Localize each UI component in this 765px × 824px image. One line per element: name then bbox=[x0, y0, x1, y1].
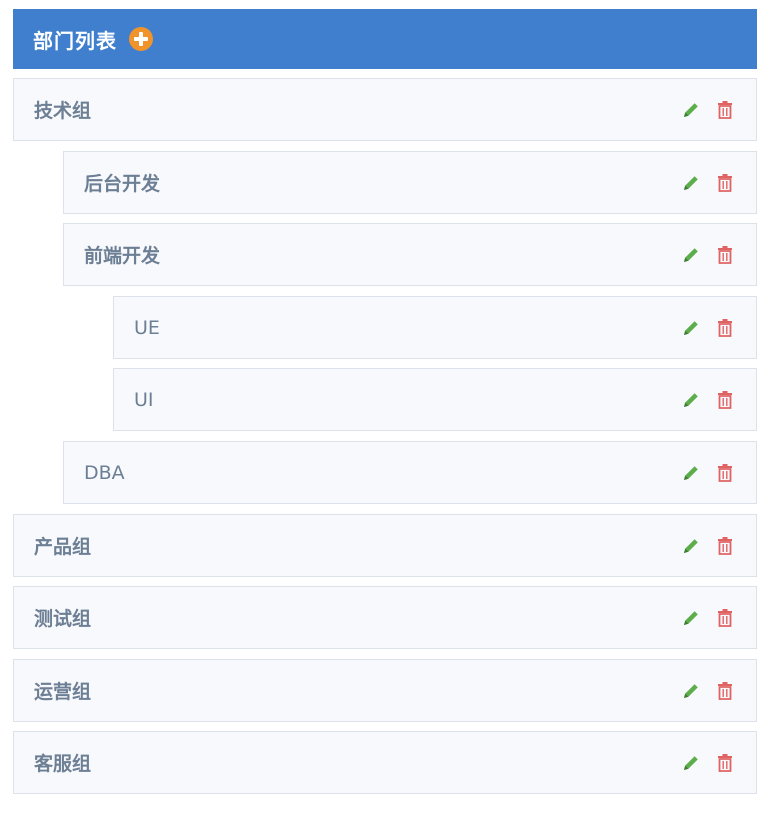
delete-trash-icon[interactable] bbox=[714, 317, 736, 339]
edit-pencil-icon[interactable] bbox=[680, 389, 702, 411]
edit-pencil-icon[interactable] bbox=[680, 462, 702, 484]
department-row[interactable]: 技术组 bbox=[13, 78, 757, 141]
delete-trash-icon[interactable] bbox=[714, 244, 736, 266]
department-row[interactable]: UE bbox=[113, 296, 757, 359]
row-actions bbox=[680, 99, 736, 121]
department-label: 前端开发 bbox=[84, 245, 161, 267]
delete-trash-icon[interactable] bbox=[714, 99, 736, 121]
department-row[interactable]: 后台开发 bbox=[63, 151, 757, 214]
department-row[interactable]: 客服组 bbox=[13, 731, 757, 794]
row-actions bbox=[680, 389, 736, 411]
department-label: UE bbox=[134, 316, 160, 339]
department-row[interactable]: DBA bbox=[63, 441, 757, 504]
edit-pencil-icon[interactable] bbox=[680, 607, 702, 629]
department-label: 产品组 bbox=[34, 536, 92, 558]
row-actions bbox=[680, 680, 736, 702]
row-actions bbox=[680, 462, 736, 484]
row-actions bbox=[680, 752, 736, 774]
department-row[interactable]: 测试组 bbox=[13, 586, 757, 649]
department-panel: 部门列表 bbox=[13, 9, 757, 69]
delete-trash-icon[interactable] bbox=[714, 389, 736, 411]
edit-pencil-icon[interactable] bbox=[680, 99, 702, 121]
add-department-button[interactable] bbox=[129, 27, 153, 51]
department-label: 后台开发 bbox=[84, 173, 161, 195]
department-row[interactable]: 产品组 bbox=[13, 514, 757, 577]
delete-trash-icon[interactable] bbox=[714, 172, 736, 194]
page-title: 部门列表 bbox=[33, 28, 117, 53]
row-actions bbox=[680, 607, 736, 629]
panel-header: 部门列表 bbox=[13, 9, 757, 69]
department-label: 运营组 bbox=[34, 681, 92, 703]
row-actions bbox=[680, 172, 736, 194]
department-label: 技术组 bbox=[34, 100, 92, 122]
row-actions bbox=[680, 317, 736, 339]
department-label: DBA bbox=[84, 461, 125, 484]
delete-trash-icon[interactable] bbox=[714, 462, 736, 484]
edit-pencil-icon[interactable] bbox=[680, 535, 702, 557]
department-label: 客服组 bbox=[34, 753, 92, 775]
department-row[interactable]: UI bbox=[113, 368, 757, 431]
edit-pencil-icon[interactable] bbox=[680, 752, 702, 774]
edit-pencil-icon[interactable] bbox=[680, 244, 702, 266]
row-actions bbox=[680, 244, 736, 266]
delete-trash-icon[interactable] bbox=[714, 680, 736, 702]
department-label: UI bbox=[134, 388, 154, 411]
department-label: 测试组 bbox=[34, 608, 92, 630]
delete-trash-icon[interactable] bbox=[714, 752, 736, 774]
delete-trash-icon[interactable] bbox=[714, 535, 736, 557]
edit-pencil-icon[interactable] bbox=[680, 172, 702, 194]
delete-trash-icon[interactable] bbox=[714, 607, 736, 629]
edit-pencil-icon[interactable] bbox=[680, 317, 702, 339]
edit-pencil-icon[interactable] bbox=[680, 680, 702, 702]
row-actions bbox=[680, 535, 736, 557]
department-row[interactable]: 运营组 bbox=[13, 659, 757, 722]
department-row[interactable]: 前端开发 bbox=[63, 223, 757, 286]
